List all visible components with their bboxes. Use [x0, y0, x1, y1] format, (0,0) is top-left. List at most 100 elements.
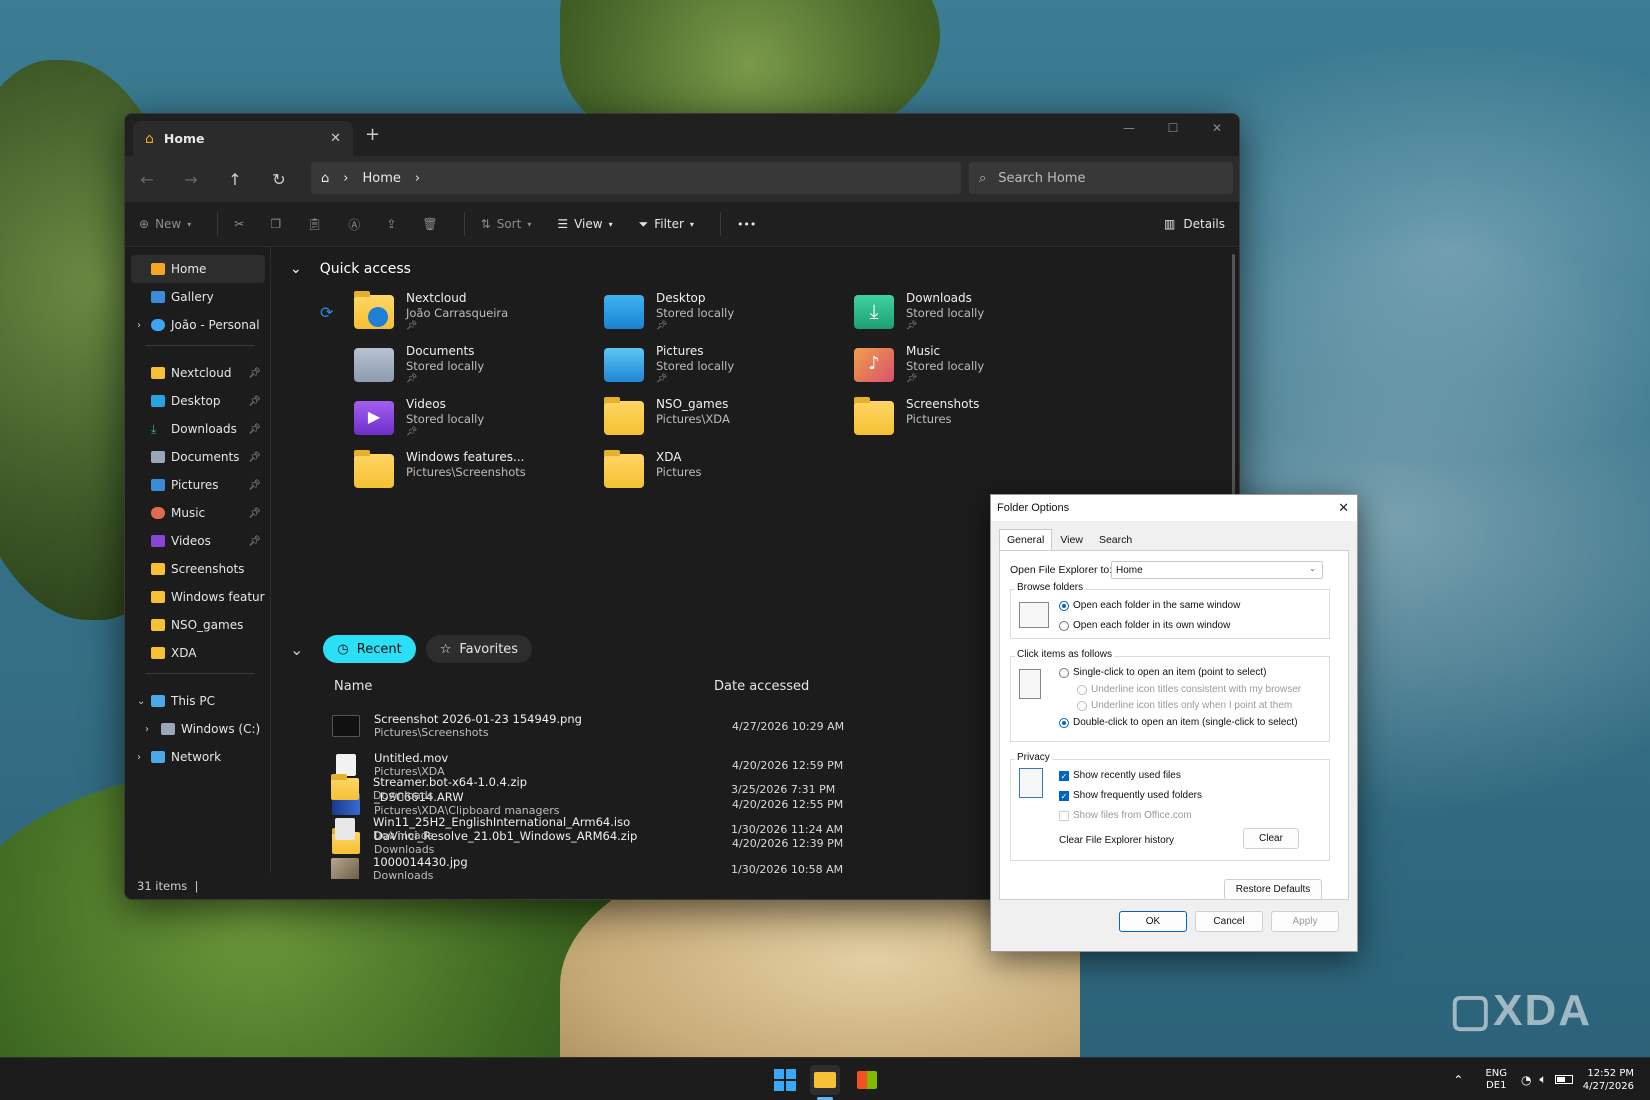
tab-favorites[interactable]: ☆ Favorites: [425, 635, 533, 663]
clock[interactable]: 12:52 PM 4/27/2026: [1583, 1067, 1634, 1093]
quick-access-item-screenshots[interactable]: Screenshots Pictures: [854, 397, 1104, 447]
quick-access-item-videos[interactable]: ▶ Videos Stored locally 📌︎: [354, 397, 604, 447]
file-row[interactable]: Screenshot 2026-01-23 154949.png Pictures…: [332, 706, 1032, 746]
paste-button[interactable]: 📋︎: [307, 217, 322, 231]
details-pane-button[interactable]: ▥ Details: [1164, 217, 1225, 231]
sidebar-item-xda[interactable]: XDA: [131, 639, 265, 667]
sidebar-item-windows-features[interactable]: Windows features c: [131, 583, 265, 611]
maximize-button[interactable]: ☐: [1151, 114, 1195, 142]
copy-button[interactable]: ❐: [270, 217, 281, 231]
sidebar-item-home[interactable]: Home: [131, 255, 265, 283]
chevron-up-icon[interactable]: ⌃: [1453, 1073, 1463, 1087]
refresh-icon[interactable]: ↻: [257, 170, 301, 189]
taskbar-file-explorer[interactable]: [810, 1065, 840, 1095]
sidebar-item-pictures[interactable]: Pictures 📌︎: [131, 471, 265, 499]
sidebar-item-gallery[interactable]: Gallery: [131, 283, 265, 311]
quick-access-item-documents[interactable]: Documents Stored locally 📌︎: [354, 344, 604, 394]
radio-button[interactable]: [1059, 717, 1069, 728]
single-click-radio[interactable]: Single-click to open an item (point to s…: [1059, 667, 1266, 678]
sidebar-item-windows-c[interactable]: › Windows (C:): [131, 715, 265, 743]
column-header-name[interactable]: Name: [334, 679, 372, 694]
cut-button[interactable]: ✂: [234, 217, 244, 231]
sidebar-item-music[interactable]: Music 📌︎: [131, 499, 265, 527]
quick-access-header[interactable]: ⌄ Quick access: [290, 261, 411, 277]
sidebar-item-documents[interactable]: Documents 📌︎: [131, 443, 265, 471]
battery-icon[interactable]: [1554, 1075, 1573, 1084]
rename-button[interactable]: Ⓐ: [348, 216, 360, 233]
radio-button[interactable]: [1059, 667, 1069, 678]
sidebar-item-onedrive[interactable]: › João - Personal: [131, 311, 265, 339]
quick-access-item-music[interactable]: ♪ Music Stored locally 📌︎: [854, 344, 1104, 394]
filter-button[interactable]: ⏷ Filter ▾: [639, 217, 694, 232]
quick-access-item-xda[interactable]: XDA Pictures: [604, 450, 854, 500]
sidebar-item-downloads[interactable]: ⤓ Downloads 📌︎: [131, 415, 265, 443]
tab-recent[interactable]: ◷ Recent: [323, 635, 416, 663]
show-recent-files-checkbox[interactable]: ✓ Show recently used files: [1059, 770, 1181, 781]
file-row[interactable]: Streamer.bot-x64-1.0.4.zip Downloads 3/25…: [331, 769, 1031, 809]
chevron-down-icon[interactable]: ⌄: [290, 640, 303, 659]
dialog-title-bar[interactable]: Folder Options ✕: [991, 495, 1357, 521]
address-bar[interactable]: ⌂ › Home ›: [311, 162, 961, 194]
file-row[interactable]: 1000014430.jpg Downloads 1/30/2026 10:58 …: [331, 849, 1031, 879]
radio-button[interactable]: [1059, 620, 1069, 631]
chevron-right-icon[interactable]: ›: [137, 752, 141, 763]
minimize-button[interactable]: —: [1107, 114, 1151, 142]
chevron-right-icon[interactable]: ›: [137, 320, 141, 331]
column-header-date-accessed[interactable]: Date accessed: [714, 679, 809, 694]
restore-defaults-button[interactable]: Restore Defaults: [1224, 879, 1322, 900]
ok-button[interactable]: OK: [1119, 911, 1187, 932]
search-input[interactable]: ⌕ Search Home: [969, 162, 1233, 194]
share-button[interactable]: ⇪: [386, 217, 396, 231]
tab-general[interactable]: General: [999, 529, 1053, 551]
tab-view[interactable]: View: [1052, 529, 1091, 551]
checkbox[interactable]: ✓: [1059, 770, 1069, 781]
quick-access-item-pictures[interactable]: Pictures Stored locally 📌︎: [604, 344, 854, 394]
show-frequent-folders-checkbox[interactable]: ✓ Show frequently used folders: [1059, 790, 1202, 801]
more-options-button[interactable]: •••: [737, 218, 756, 231]
new-button[interactable]: ⊕ New ▾: [139, 217, 191, 231]
quick-access-item-desktop[interactable]: Desktop Stored locally 📌︎: [604, 291, 854, 341]
checkbox[interactable]: ✓: [1059, 790, 1069, 801]
quick-access-item-windows-features[interactable]: Windows features... Pictures\Screenshots: [354, 450, 604, 500]
quick-access-item-nso-games[interactable]: NSO_games Pictures\XDA: [604, 397, 854, 447]
sidebar-item-network[interactable]: › Network: [131, 743, 265, 771]
sidebar-item-screenshots[interactable]: Screenshots: [131, 555, 265, 583]
quick-access-item-nextcloud[interactable]: ⟳ Nextcloud João Carrasqueira 📌︎: [320, 291, 604, 341]
start-button[interactable]: [770, 1065, 800, 1095]
breadcrumb-home[interactable]: Home: [362, 171, 400, 186]
back-arrow-icon[interactable]: ←: [125, 170, 169, 189]
delete-button[interactable]: 🗑︎: [422, 217, 437, 231]
double-click-radio[interactable]: Double-click to open an item (single-cli…: [1059, 717, 1298, 728]
browse-own-window-radio[interactable]: Open each folder in its own window: [1059, 620, 1230, 631]
chevron-down-icon[interactable]: ⌄: [137, 696, 145, 707]
radio-button[interactable]: [1059, 600, 1069, 611]
taskbar-microsoft-store[interactable]: [852, 1065, 882, 1095]
file-row[interactable]: Win11_25H2_EnglishInternational_Arm64.is…: [331, 809, 1031, 849]
sidebar-item-this-pc[interactable]: ⌄ This PC: [131, 687, 265, 715]
tab-search[interactable]: Search: [1091, 529, 1140, 551]
sort-button[interactable]: ⇅ Sort ▾: [481, 217, 532, 231]
quick-access-item-downloads[interactable]: ⤓ Downloads Stored locally 📌︎: [854, 291, 1104, 341]
volume-icon[interactable]: 🔈︎: [1540, 1072, 1547, 1087]
close-icon[interactable]: ✕: [1338, 500, 1349, 516]
open-to-select[interactable]: Home ⌄: [1111, 561, 1323, 579]
new-tab-button[interactable]: +: [365, 124, 380, 145]
sidebar-item-desktop[interactable]: Desktop 📌︎: [131, 387, 265, 415]
home-icon[interactable]: ⌂: [321, 171, 329, 186]
chevron-right-icon[interactable]: ›: [415, 171, 420, 186]
browse-same-window-radio[interactable]: Open each folder in the same window: [1059, 600, 1240, 611]
sidebar-item-nextcloud[interactable]: Nextcloud 📌︎: [131, 359, 265, 387]
sidebar-item-videos[interactable]: Videos 📌︎: [131, 527, 265, 555]
chevron-down-icon[interactable]: ⌄: [290, 261, 302, 277]
clear-history-button[interactable]: Clear: [1243, 828, 1299, 849]
sidebar-item-nso-games[interactable]: NSO_games: [131, 611, 265, 639]
chevron-right-icon[interactable]: ›: [145, 724, 149, 735]
close-window-button[interactable]: ✕: [1195, 114, 1239, 142]
close-tab-icon[interactable]: ✕: [330, 131, 341, 146]
up-arrow-icon[interactable]: ↑: [213, 170, 257, 189]
cancel-button[interactable]: Cancel: [1195, 911, 1263, 932]
forward-arrow-icon[interactable]: →: [169, 170, 213, 189]
tab-home[interactable]: ⌂ Home ✕: [133, 121, 353, 156]
wifi-icon[interactable]: ◔: [1521, 1073, 1531, 1087]
input-language-indicator[interactable]: ENG DE1: [1485, 1068, 1507, 1092]
